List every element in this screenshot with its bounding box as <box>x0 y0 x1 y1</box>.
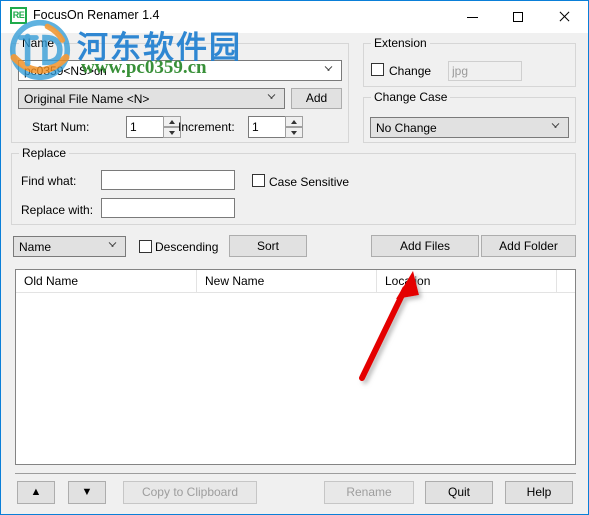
start-num-input[interactable] <box>126 116 164 138</box>
move-down-button[interactable]: ▼ <box>68 481 106 504</box>
increment-spin-buttons[interactable] <box>285 116 303 138</box>
caret-down-icon <box>291 130 297 135</box>
quit-button[interactable]: Quit <box>425 481 493 504</box>
extension-group-title: Extension <box>371 36 430 50</box>
case-sensitive-label: Case Sensitive <box>269 175 350 189</box>
extension-change-checkbox[interactable] <box>371 63 384 76</box>
descending-label: Descending <box>155 240 219 254</box>
column-header-spacer <box>557 270 575 292</box>
change-case-group-title: Change Case <box>371 90 451 104</box>
replace-with-input[interactable] <box>101 198 235 218</box>
chevron-down-icon <box>324 66 333 75</box>
case-sensitive-checkbox[interactable] <box>252 174 265 187</box>
file-list-body[interactable] <box>16 293 575 464</box>
change-case-combo[interactable]: No Change <box>370 117 569 138</box>
chevron-down-icon <box>551 123 560 132</box>
bottom-separator <box>15 473 576 474</box>
minimize-icon <box>450 1 496 32</box>
minimize-button[interactable] <box>450 1 496 32</box>
move-up-button[interactable]: ▲ <box>17 481 55 504</box>
file-list[interactable]: Old Name New Name Location <box>15 269 576 465</box>
name-pattern-value: pc0359<NS>cn <box>24 63 107 78</box>
replace-group: Replace <box>11 146 576 225</box>
increment-label: Increment: <box>178 120 235 134</box>
chevron-down-icon <box>108 242 117 251</box>
close-icon <box>542 1 588 32</box>
sort-button[interactable]: Sort <box>229 235 307 257</box>
add-folder-button[interactable]: Add Folder <box>481 235 576 257</box>
add-files-button[interactable]: Add Files <box>371 235 479 257</box>
maximize-icon <box>496 1 542 32</box>
title-bar: RE FocusOn Renamer 1.4 <box>1 1 588 33</box>
name-token-combo[interactable]: Original File Name <N> <box>18 88 285 109</box>
descending-checkbox[interactable] <box>139 240 152 253</box>
window-title: FocusOn Renamer 1.4 <box>33 8 160 22</box>
caret-up-icon <box>169 119 175 124</box>
find-what-label: Find what: <box>21 174 77 188</box>
sort-field-value: Name <box>19 239 52 254</box>
copy-to-clipboard-button[interactable]: Copy to Clipboard <box>123 481 257 504</box>
caret-up-icon <box>291 119 297 124</box>
increment-increase-button[interactable] <box>285 116 303 127</box>
column-header-new-name[interactable]: New Name <box>197 270 377 292</box>
change-case-value: No Change <box>376 120 437 135</box>
chevron-down-icon <box>267 94 276 103</box>
file-list-header: Old Name New Name Location <box>16 270 575 293</box>
rename-button[interactable]: Rename <box>324 481 414 504</box>
column-header-location[interactable]: Location <box>377 270 557 292</box>
extension-input <box>448 61 522 81</box>
name-group-title: Name <box>19 36 58 50</box>
increment-input[interactable] <box>248 116 286 138</box>
start-num-stepper[interactable] <box>126 116 181 138</box>
app-icon: RE <box>10 7 27 24</box>
increment-stepper[interactable] <box>248 116 303 138</box>
add-button[interactable]: Add <box>291 88 342 109</box>
find-what-input[interactable] <box>101 170 235 190</box>
name-pattern-combo[interactable]: pc0359<NS>cn <box>18 60 342 81</box>
name-token-value: Original File Name <N> <box>24 91 150 106</box>
caret-down-icon <box>169 130 175 135</box>
maximize-button[interactable] <box>496 1 542 32</box>
replace-with-label: Replace with: <box>21 203 94 217</box>
column-header-old-name[interactable]: Old Name <box>16 270 197 292</box>
extension-change-label: Change <box>389 64 432 78</box>
close-button[interactable] <box>542 1 588 32</box>
app-window: RE FocusOn Renamer 1.4 Name pc0359<NS>cn… <box>0 0 589 515</box>
replace-group-title: Replace <box>19 146 70 160</box>
start-num-label: Start Num: <box>32 120 90 134</box>
help-button[interactable]: Help <box>505 481 573 504</box>
increment-decrease-button[interactable] <box>285 127 303 138</box>
sort-field-combo[interactable]: Name <box>13 236 126 257</box>
